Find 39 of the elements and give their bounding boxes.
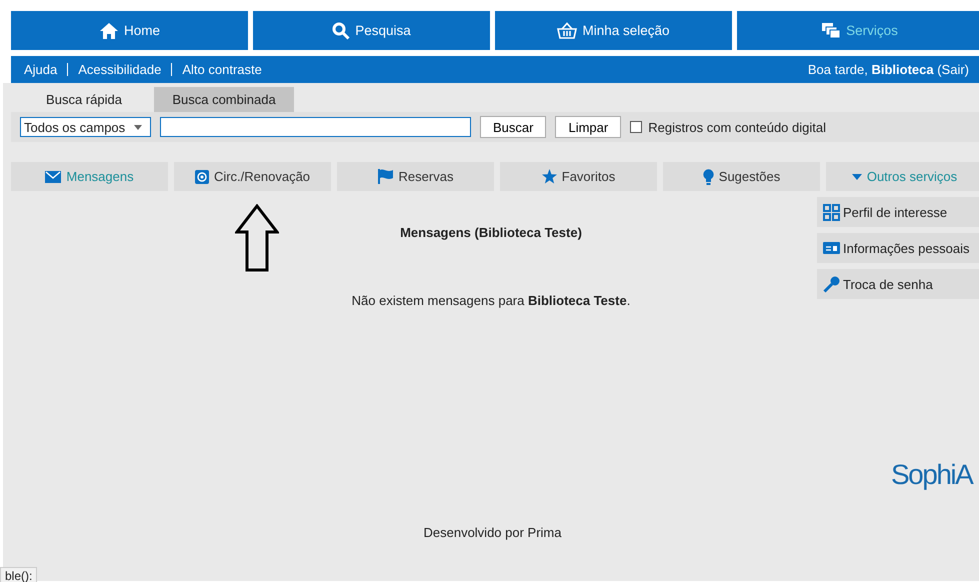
menu-item[interactable]: Informações pessoais [817,233,979,263]
checkbox[interactable] [630,121,642,133]
search-tab[interactable]: Busca combinada [154,87,294,112]
top-link[interactable]: Ajuda [24,62,58,77]
footer-text: Desenvolvido por Prima [423,525,562,540]
id-card-icon [823,242,840,254]
nav-tab[interactable]: Home [11,11,248,50]
flag-icon [378,169,394,184]
service-tab[interactable]: Sugestões [663,162,820,191]
lightbulb-icon [702,168,714,184]
empty-message: Não existem mensagens para Biblioteca Teste. [352,293,630,308]
envelope-icon [45,170,62,182]
service-tab[interactable]: Reservas [337,162,494,191]
home-icon [98,22,119,40]
search-field[interactable] [160,117,471,137]
sophia-logo: SophiA [891,459,972,491]
windows-icon [821,22,842,39]
basket-icon [557,22,578,39]
up-arrow-drawing [235,204,279,272]
caret-icon [134,124,142,130]
section-title: Mensagens (Biblioteca Teste) [400,225,582,240]
star-icon [542,169,557,184]
checkbox-label: Registros com conteúdo digital [648,120,826,134]
field-dropdown[interactable]: Todos os campos [20,117,151,137]
search-icon [332,22,350,40]
service-tab[interactable]: Favoritos [500,162,657,191]
search-button[interactable]: Limpar [555,116,622,138]
key-icon [823,276,840,292]
service-tab[interactable]: Circ./Renovação [174,162,331,191]
nav-tab[interactable]: Minha seleção [495,11,732,50]
top-link[interactable]: Acessibilidade [78,62,162,77]
search-button[interactable]: Buscar [480,116,546,138]
nav-tab[interactable]: Pesquisa [253,11,490,50]
menu-item[interactable]: Perfil de interesse [817,197,979,227]
caret-icon [852,174,862,180]
grid-icon [823,204,840,220]
top-link[interactable]: Alto contraste [182,62,262,77]
menu-item[interactable]: Troca de senha [817,269,979,299]
greeting-text: Boa tarde, Biblioteca (Sair) [808,62,969,77]
